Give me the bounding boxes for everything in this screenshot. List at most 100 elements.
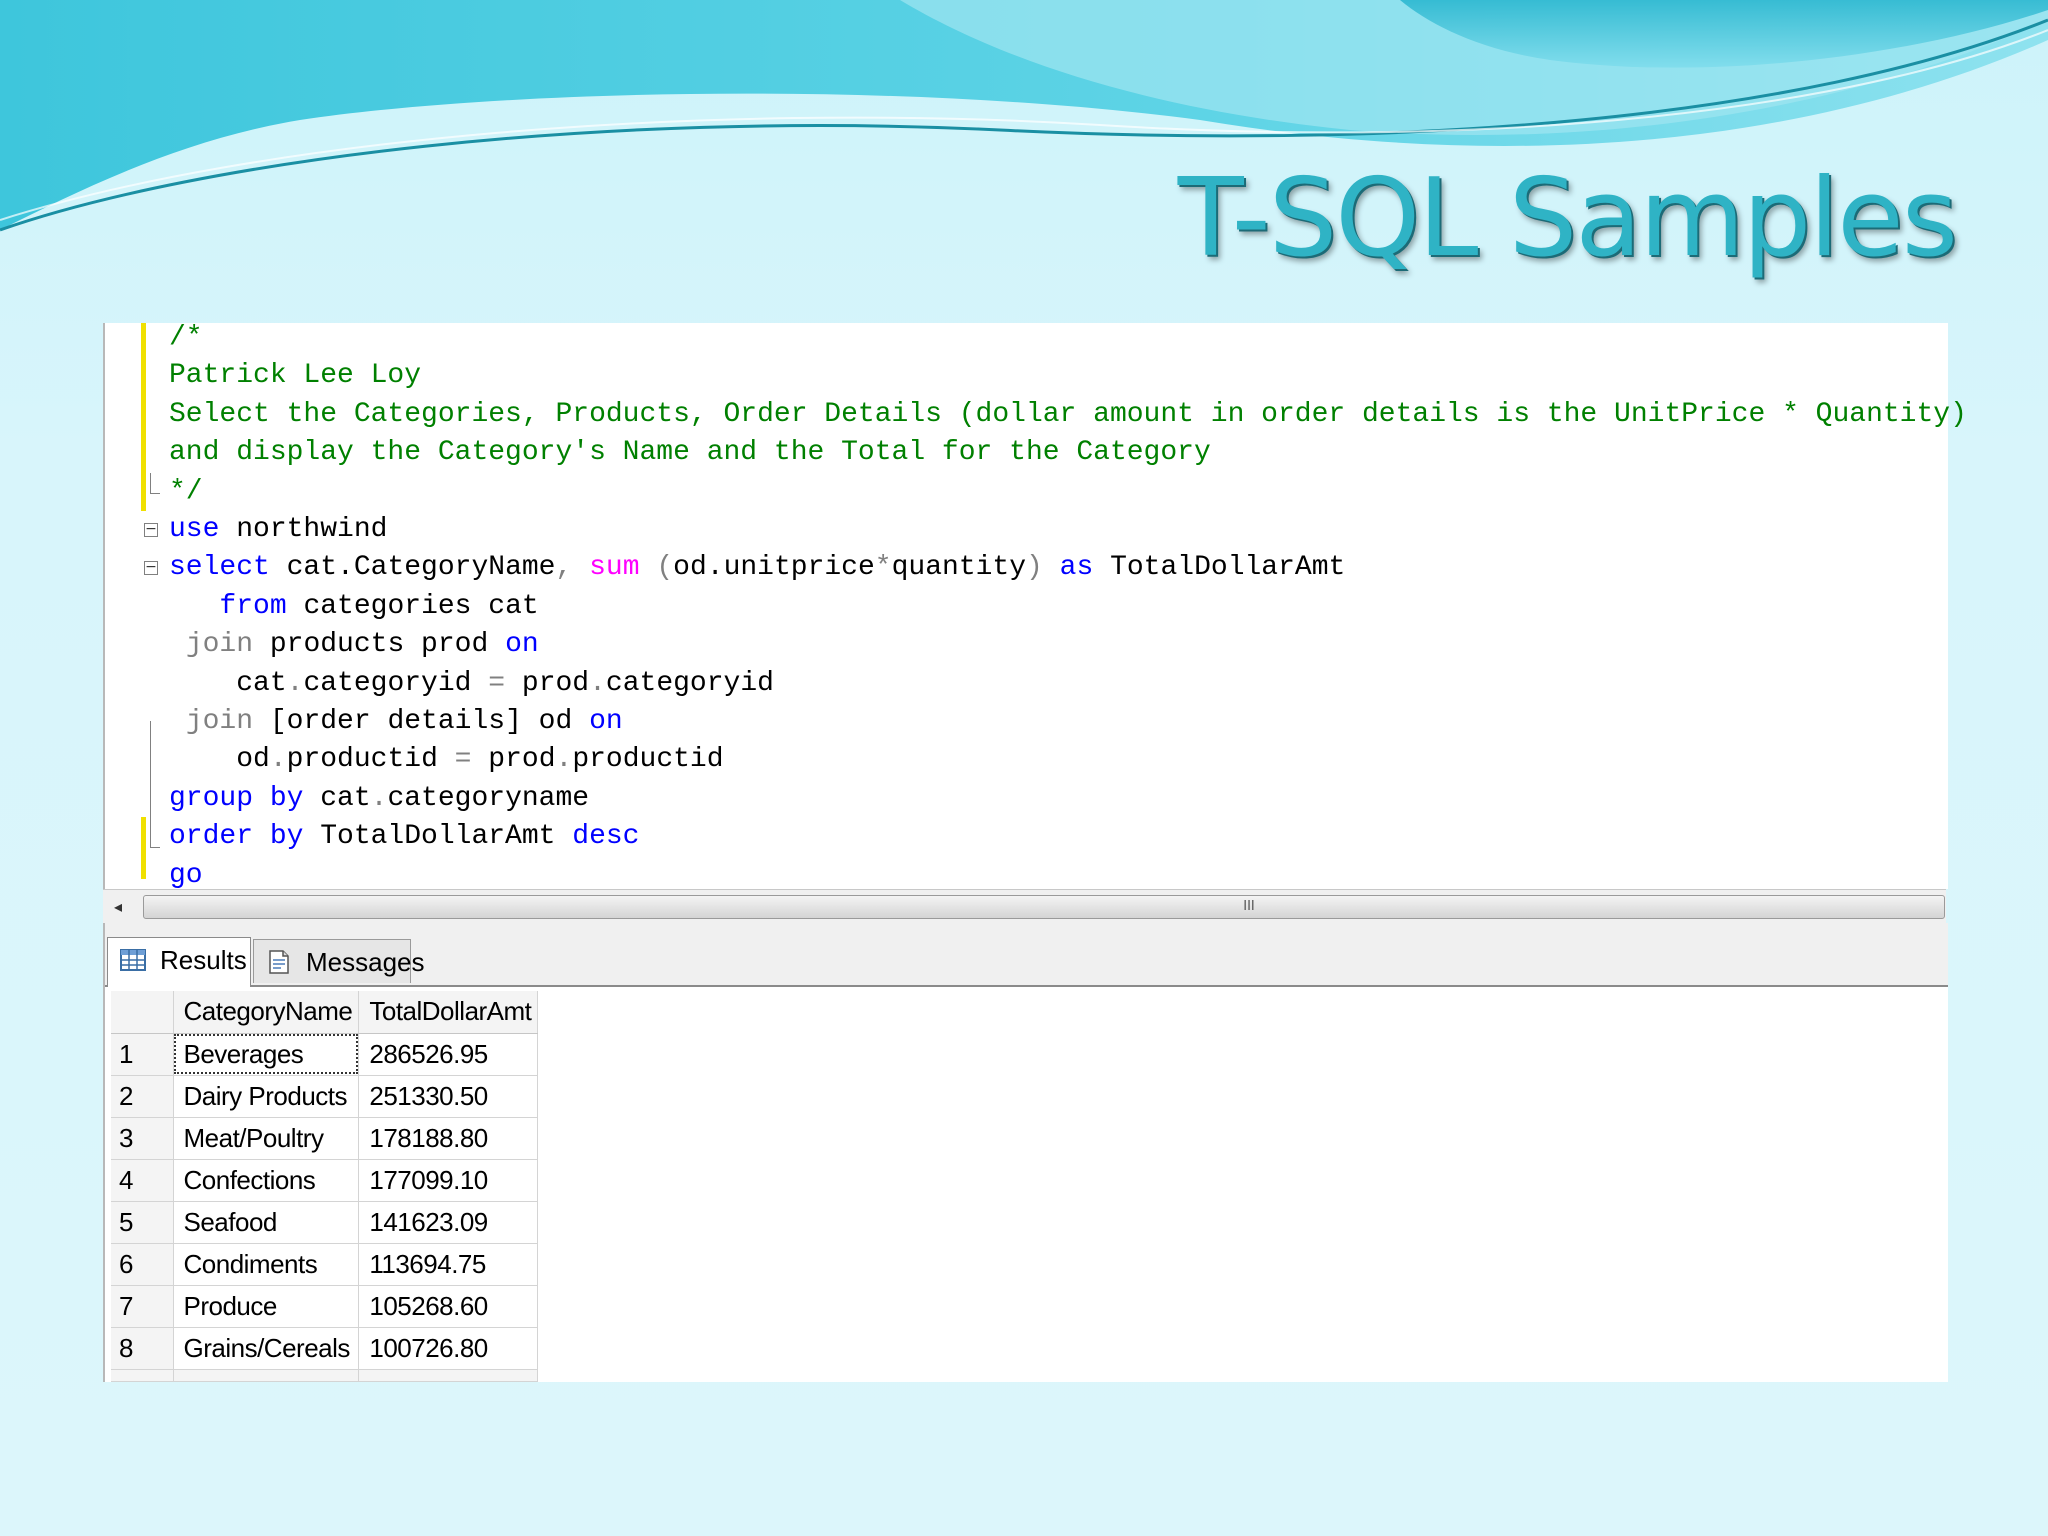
code-keyword: as [1059,552,1094,584]
code-line[interactable]: od.productid = prod.productid [169,741,723,779]
code-line[interactable]: from categories cat [169,588,539,626]
slide-title: T-SQL Samples [1177,156,1958,281]
results-pane: Results Messages CategoryName TotalDolla… [103,923,1948,1382]
row-number[interactable]: 5 [111,1201,174,1244]
code-line[interactable]: order by TotalDollarAmt desc [169,818,639,856]
change-indicator-bar [141,817,146,879]
table-row[interactable]: 8 Grains/Cereals 100726.80 [111,1327,539,1370]
code-keyword: on [589,706,623,737]
results-tabstrip: Results Messages [105,923,1948,987]
code-function: sum [589,552,640,584]
code-operator: . [370,782,388,814]
cell-categoryname[interactable]: Confections [173,1159,360,1202]
outline-guide [150,847,160,848]
tab-results-label: Results [160,945,247,975]
code-operator: , [555,552,573,584]
code-text: products prod [253,629,506,661]
code-line[interactable]: join products prod on [169,626,539,664]
code-operator: . [269,744,287,776]
row-number[interactable]: 2 [111,1075,174,1118]
grid-empty-row [111,1369,539,1382]
code-operator: join [185,629,254,661]
cell-categoryname[interactable]: Condiments [173,1243,360,1286]
code-line[interactable]: and display the Category's Name and the … [169,434,1211,472]
row-header-corner[interactable] [111,991,174,1034]
table-row[interactable]: 3 Meat/Poultry 178188.80 [111,1117,539,1160]
column-header-totaldollaramt[interactable]: TotalDollarAmt [358,991,539,1034]
table-row[interactable]: 1 Beverages 286526.95 [111,1033,539,1076]
code-line[interactable]: select cat.CategoryName, sum (od.unitpri… [169,549,1345,587]
code-text: TotalDollarAmt [1093,552,1346,584]
outline-guide [150,721,151,847]
cell-totaldollaramt[interactable]: 251330.50 [358,1075,539,1118]
cell-totaldollaramt[interactable]: 286526.95 [358,1033,539,1076]
code-text: cat [303,782,371,814]
scrollbar-thumb[interactable]: III [143,895,1945,919]
code-text: cat.CategoryName [269,552,556,584]
table-row[interactable]: 6 Condiments 113694.75 [111,1243,539,1286]
cell-totaldollaramt[interactable]: 113694.75 [358,1243,539,1286]
code-text: cat [169,667,287,699]
editor-horizontal-scrollbar[interactable]: ◂ III [103,889,1946,925]
cell-categoryname[interactable]: Seafood [173,1201,360,1244]
code-operator: . [555,744,573,776]
table-row[interactable]: 4 Confections 177099.10 [111,1159,539,1202]
cell-totaldollaramt[interactable]: 105268.60 [358,1285,539,1328]
code-line[interactable]: Patrick Lee Loy [169,357,421,395]
code-line[interactable]: */ [169,473,203,511]
table-row[interactable]: 2 Dairy Products 251330.50 [111,1075,539,1118]
table-row[interactable]: 5 Seafood 141623.09 [111,1201,539,1244]
code-text: TotalDollarAmt [303,821,573,853]
row-number[interactable]: 6 [111,1243,174,1286]
scroll-left-arrow-icon[interactable]: ◂ [103,890,133,924]
column-header-categoryname[interactable]: CategoryName [173,991,360,1034]
row-number[interactable]: 1 [111,1033,174,1076]
code-text: prod [505,667,590,699]
code-keyword: go [169,859,203,891]
code-line[interactable]: group by cat.categoryname [169,780,589,818]
code-line[interactable]: join [order details] od on [169,703,623,741]
code-line[interactable]: cat.categoryid = prod.categoryid [169,665,774,703]
query-editor[interactable]: − − /* Patrick Lee Loy Select the Categori… [103,322,1967,891]
outline-guide [150,473,151,493]
scrollbar-grip-icon: III [1243,899,1255,914]
cell-totaldollaramt[interactable]: 141623.09 [358,1201,539,1244]
code-keyword: group by [169,782,304,814]
code-line[interactable]: use northwind [169,511,387,549]
collapse-toggle-icon[interactable]: − [144,522,158,537]
row-number[interactable]: 7 [111,1285,174,1328]
collapse-toggle-icon[interactable]: − [144,560,158,575]
cell-categoryname[interactable]: Grains/Cereals [173,1327,360,1370]
cell-categoryname[interactable]: Beverages [173,1033,360,1076]
code-operator: . [589,667,606,699]
messages-icon [269,950,289,974]
cell-totaldollaramt[interactable]: 100726.80 [358,1327,539,1370]
tab-results[interactable]: Results [107,937,251,987]
code-comment: /* [169,322,203,353]
row-number[interactable]: 3 [111,1117,174,1160]
row-number[interactable]: 4 [111,1159,174,1202]
cell-categoryname[interactable]: Meat/Poultry [173,1117,360,1160]
cell-categoryname[interactable]: Produce [173,1285,360,1328]
empty-cell [111,1369,174,1382]
cell-categoryname[interactable]: Dairy Products [173,1075,360,1118]
code-text: categories cat [286,590,539,622]
results-grid[interactable]: CategoryName TotalDollarAmt 1 Beverages 28… [111,991,539,1382]
tab-messages-label: Messages [306,947,425,977]
code-comment: Select the Categories, Products, Order D… [169,398,1967,430]
code-line[interactable]: Select the Categories, Products, Order D… [169,396,1967,434]
table-row[interactable]: 7 Produce 105268.60 [111,1285,539,1328]
cell-totaldollaramt[interactable]: 178188.80 [358,1117,539,1160]
code-text: categoryid [605,667,774,699]
code-text: productid [286,744,455,776]
row-number[interactable]: 8 [111,1327,174,1370]
cell-totaldollaramt[interactable]: 177099.10 [358,1159,539,1202]
grid-icon [120,949,146,971]
code-keyword: on [505,629,539,661]
tab-messages[interactable]: Messages [253,939,425,983]
code-line[interactable]: /* [169,319,203,357]
